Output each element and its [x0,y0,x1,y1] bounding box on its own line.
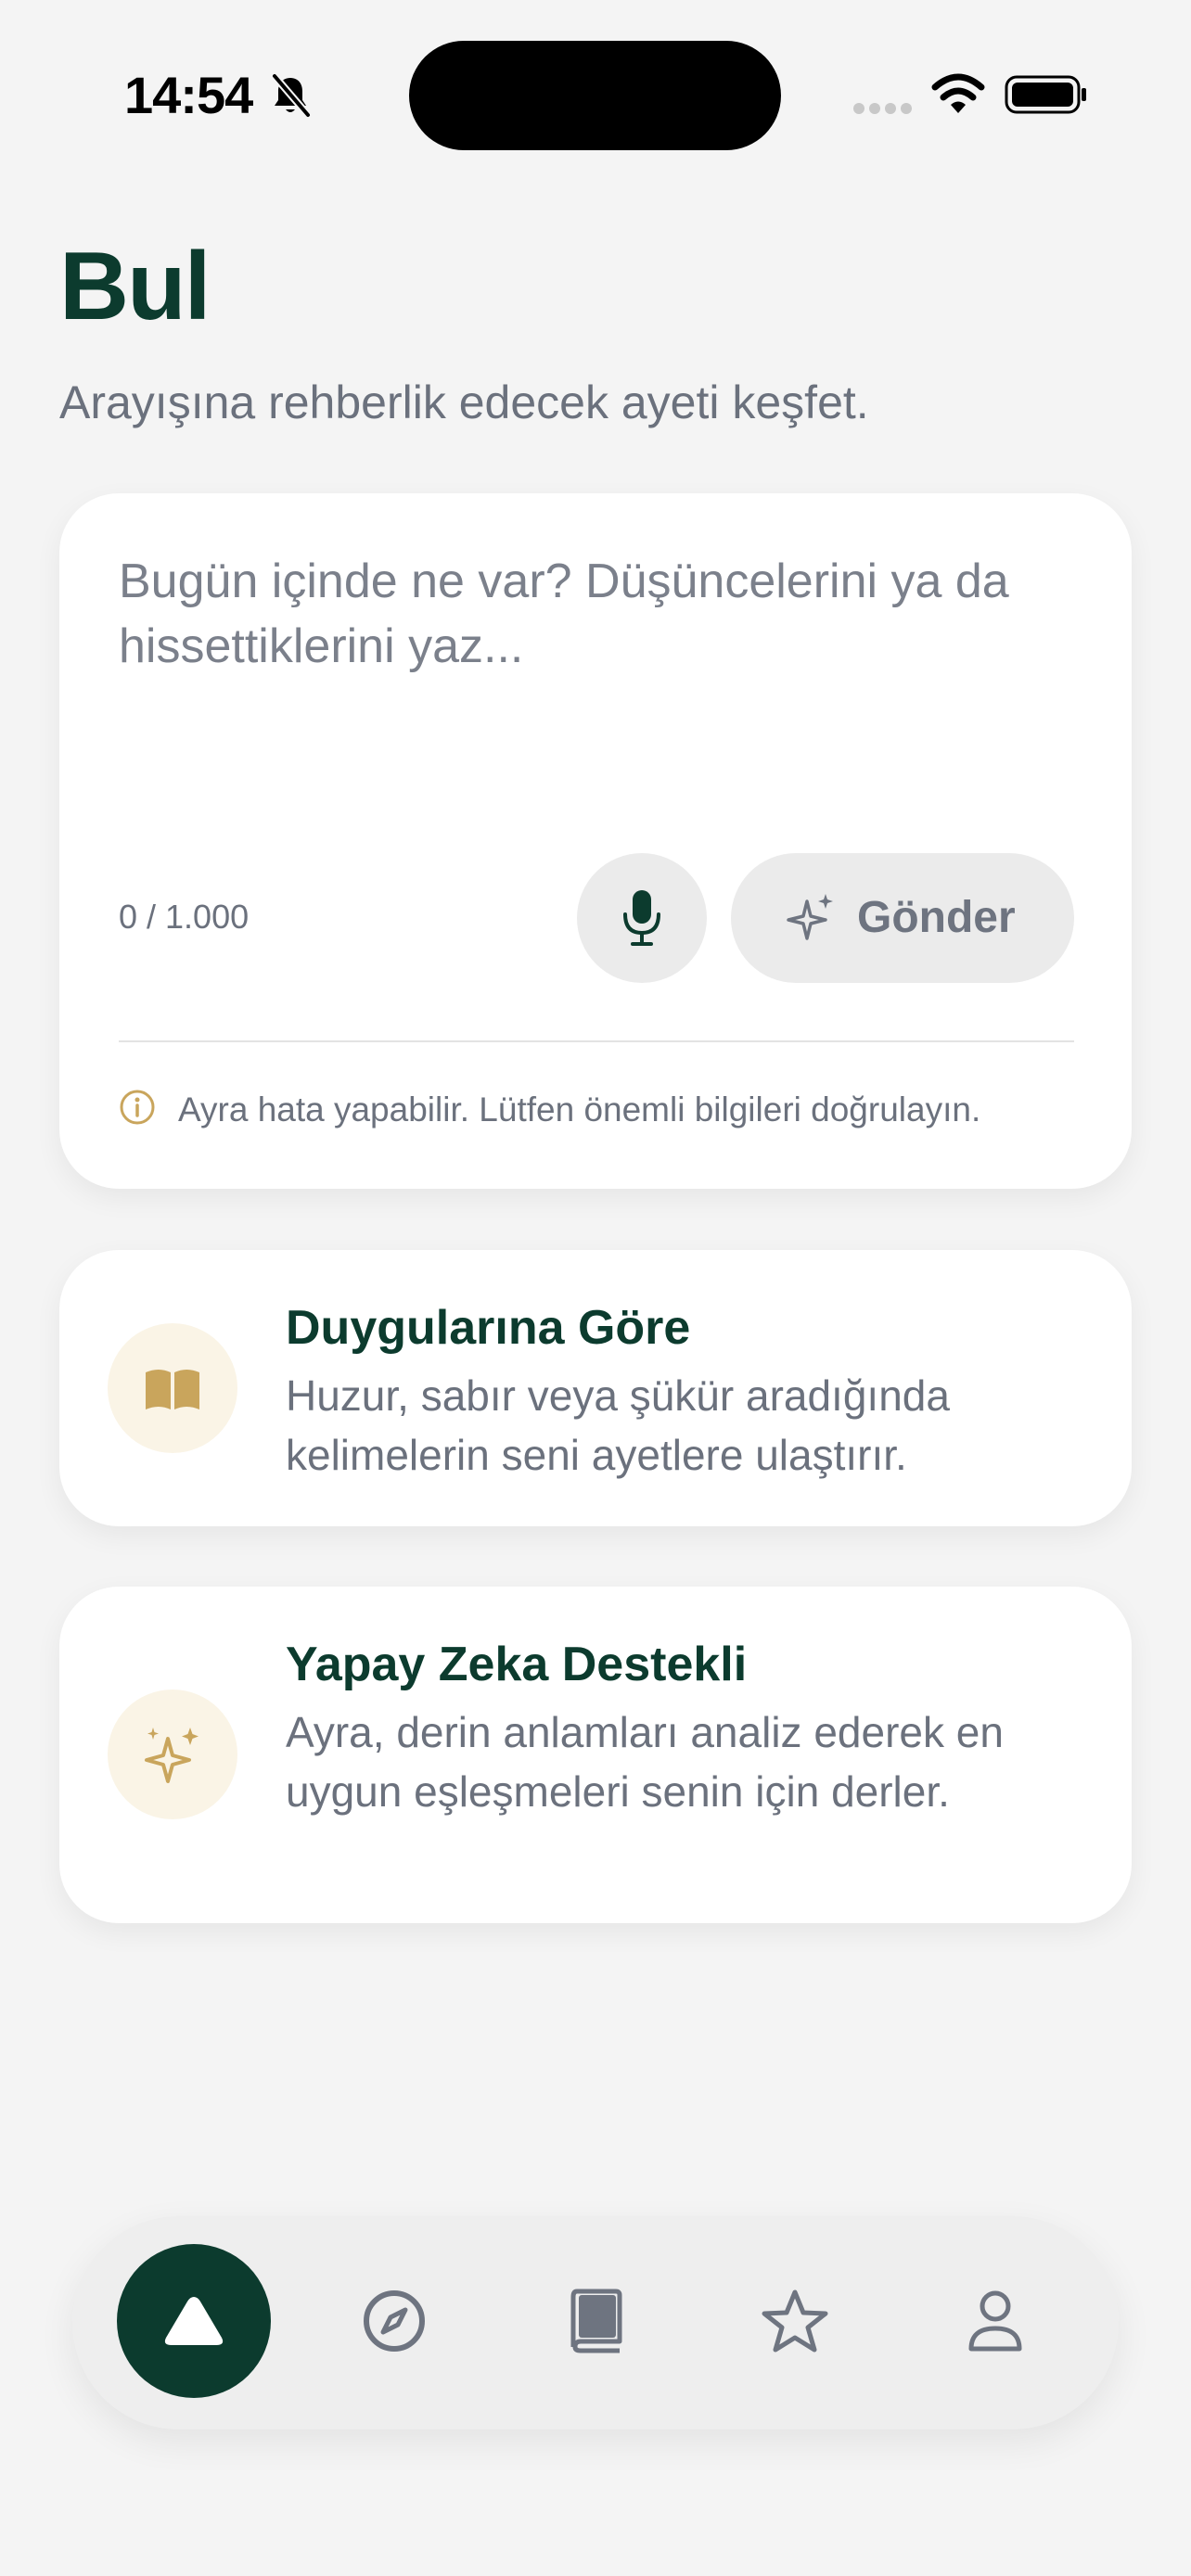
wifi-icon [931,73,985,113]
star-icon [762,2289,828,2353]
tab-profile[interactable] [918,2244,1072,2398]
feature-description: Huzur, sabır veya şükür aradığında kelim… [286,1371,950,1479]
sparkles-icon [787,894,833,940]
compass-icon [364,2290,425,2352]
tab-favorites[interactable] [718,2244,872,2398]
page-title: Bul [59,233,211,340]
open-book-icon [146,1370,199,1409]
tab-bar [72,2216,1119,2429]
feature-icon-badge [108,1323,237,1453]
feature-title: Duygularına Göre [286,1301,691,1355]
character-counter: 0 / 1.000 [119,898,250,936]
feature-description: Ayra, derin anlamları analiz ederek en u… [286,1708,1004,1816]
tab-library[interactable] [519,2244,672,2398]
search-card: 0 / 1.000 Gönder Ayra hata yapabilir. Lü… [59,493,1132,1189]
send-label: Gönder [857,893,1016,942]
status-time: 14:54 [124,66,253,124]
microphone-icon [623,890,660,946]
tab-explore[interactable] [317,2244,471,2398]
triangle-home-icon [164,2297,224,2345]
thought-input[interactable] [119,549,1074,734]
cellular-dots-icon [853,103,912,114]
feature-card-ai: Yapay Zeka Destekli Ayra, derin anlamlar… [59,1587,1132,1923]
dynamic-island [409,41,781,150]
sparkles-icon [145,1728,198,1783]
divider [119,1040,1074,1042]
microphone-button[interactable] [577,853,707,983]
tab-find[interactable] [117,2244,271,2398]
feature-icon-badge [108,1690,237,1819]
person-icon [968,2290,1022,2352]
bell-slash-icon [271,73,312,118]
info-circle-icon [120,1090,155,1125]
disclaimer-text: Ayra hata yapabilir. Lütfen önemli bilgi… [178,1090,981,1129]
page-subtitle: Arayışına rehberlik edecek ayeti keşfet. [59,376,869,428]
battery-full-icon [1005,75,1086,114]
status-bar: 14:54 [0,0,1191,185]
feature-card-emotions: Duygularına Göre Huzur, sabır veya şükür… [59,1250,1132,1526]
feature-title: Yapay Zeka Destekli [286,1638,748,1691]
book-icon [570,2289,622,2353]
send-button[interactable]: Gönder [731,853,1074,983]
